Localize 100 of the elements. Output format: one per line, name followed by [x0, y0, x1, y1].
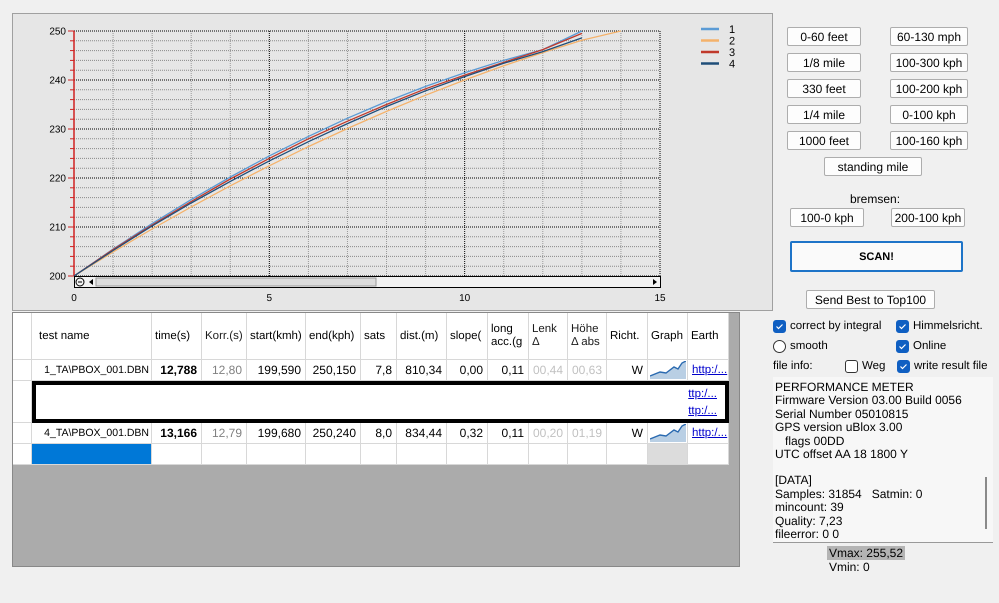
preset-button[interactable]: 100-160 kph	[890, 131, 968, 150]
vmin-label: Vmin: 0	[828, 560, 871, 574]
legend-label: 2	[729, 36, 736, 48]
scroll-left-icon[interactable]	[89, 279, 93, 285]
table-cell	[568, 444, 607, 465]
x-tick-label: 5	[266, 293, 272, 304]
info-line: flags 00DD	[784, 434, 846, 448]
horizontal-scrollbar[interactable]	[74, 276, 661, 288]
table-cell: 01,19	[568, 423, 607, 444]
info-line: mincount: 39	[775, 501, 845, 515]
preset-button[interactable]: 0-100 kph	[890, 105, 968, 124]
radio-option[interactable]: smooth	[773, 338, 896, 354]
column-header[interactable]: Graph	[648, 313, 688, 360]
column-header[interactable]: Korr.(s)	[202, 313, 247, 360]
checkbox-option[interactable]: Himmelsricht.	[896, 318, 989, 334]
column-header[interactable]: end(kph)	[306, 313, 361, 360]
y-tick-label: 220	[49, 174, 66, 184]
checkbox-option[interactable]: Online	[896, 338, 989, 354]
info-line: PERFORMANCE METER	[775, 381, 915, 394]
table-cell: 250,240	[306, 423, 361, 444]
table-cell	[361, 444, 397, 465]
brake-button[interactable]: 200-100 kph	[891, 208, 965, 227]
y-tick-label: 250	[49, 26, 66, 38]
info-line: UTC offset AA 18 1800 Y	[775, 448, 909, 462]
table-cell: 13,166	[152, 423, 202, 444]
table-cell	[529, 444, 568, 465]
table-cell: 12,79	[202, 423, 247, 444]
column-header[interactable]: Richt.	[607, 313, 648, 360]
zoom-reset-icon[interactable]	[76, 278, 84, 286]
earth-link[interactable]: ttp:/...	[688, 388, 717, 400]
checkbox-option[interactable]: correct by integral	[773, 318, 896, 334]
vmax-label: Vmax: 255,52	[826, 546, 906, 560]
info-line: [DATA]	[775, 474, 813, 488]
table-cell: 8,0	[361, 423, 397, 444]
info-line: Quality: 7,23	[775, 514, 844, 528]
table-cell: 834,44	[397, 423, 447, 444]
earth-link[interactable]: http:/...	[692, 427, 728, 439]
column-header[interactable]: Earth	[688, 313, 729, 360]
preset-button[interactable]: 1/4 mile	[787, 105, 861, 124]
table-cell: 199,680	[247, 423, 306, 444]
y-tick-label: 200	[49, 272, 66, 282]
info-line: GPS version uBlox 3.00	[775, 421, 904, 435]
checkbox-option[interactable]: write result file	[897, 358, 988, 374]
preset-button[interactable]: 100-200 kph	[890, 79, 968, 98]
scrollbar-thumb[interactable]	[985, 477, 987, 529]
checkbox-option[interactable]: Weg	[845, 358, 897, 374]
table-cell: 00,20	[529, 423, 568, 444]
preset-button[interactable]: 1000 feet	[787, 131, 861, 150]
column-header[interactable]: sats	[361, 313, 397, 360]
option-label: Himmelsricht.	[913, 320, 983, 332]
send-button[interactable]: Send Best to Top100	[806, 290, 935, 309]
table-cell	[202, 444, 247, 465]
table-cell	[306, 444, 361, 465]
column-header[interactable]: start(kmh)	[247, 313, 306, 360]
brake-button[interactable]: 100-0 kph	[790, 208, 864, 227]
column-header[interactable]: time(s)	[152, 313, 202, 360]
preset-button[interactable]: 60-130 mph	[890, 27, 968, 46]
column-header[interactable]: slope(	[447, 313, 488, 360]
table-cell: W	[607, 423, 648, 444]
table-cell: 0,11	[488, 423, 529, 444]
x-tick-label: 0	[71, 293, 77, 304]
option-label: write result file	[914, 360, 988, 372]
checkbox-icon[interactable]	[896, 320, 909, 332]
table-cell: 0,32	[447, 423, 488, 444]
preset-button[interactable]: 0-60 feet	[787, 27, 861, 46]
option-label: Online	[913, 340, 946, 352]
checkbox-icon[interactable]	[845, 360, 858, 372]
column-header[interactable]: Lenk Δ	[529, 313, 568, 360]
radio-icon[interactable]	[773, 340, 786, 352]
y-tick-label: 230	[49, 124, 66, 136]
table-cell[interactable]	[32, 444, 152, 465]
option-label: smooth	[790, 340, 828, 352]
earth-link[interactable]: http:/...	[692, 364, 728, 376]
checkbox-icon[interactable]	[773, 320, 786, 332]
y-tick-label: 240	[49, 76, 66, 86]
legend-label: 4	[729, 58, 736, 70]
preset-button[interactable]: 100-300 kph	[890, 53, 968, 72]
column-header[interactable]: test name	[32, 313, 152, 360]
table-cell	[447, 444, 488, 465]
info-line: Firmware Version 03.00 Build 0056	[775, 394, 963, 408]
earth-link[interactable]: ttp:/...	[688, 404, 717, 416]
legend-label: 3	[729, 47, 736, 59]
column-header[interactable]: dist.(m)	[397, 313, 447, 360]
preset-button[interactable]: standing mile	[824, 157, 922, 176]
option-label: correct by integral	[790, 320, 882, 332]
info-line: Samples: 31854 Satmin: 0	[775, 488, 924, 502]
scroll-right-icon[interactable]	[653, 279, 657, 285]
column-header[interactable]: long acc.(g	[488, 313, 529, 360]
section-label: bremsen:	[850, 192, 900, 206]
preset-button[interactable]: 1/8 mile	[787, 53, 861, 72]
file-info-text-area[interactable]	[773, 377, 993, 543]
checkbox-icon[interactable]	[896, 340, 909, 352]
x-tick-label: 10	[459, 293, 470, 304]
preset-button[interactable]: 330 feet	[787, 79, 861, 98]
column-header[interactable]: Höhe Δ abs	[568, 313, 607, 360]
x-tick-label: 15	[654, 293, 666, 304]
table-cell	[247, 444, 306, 465]
scan-button[interactable]: SCAN!	[790, 241, 963, 272]
checkbox-icon[interactable]	[897, 360, 910, 372]
section-label: file info:	[773, 360, 814, 372]
